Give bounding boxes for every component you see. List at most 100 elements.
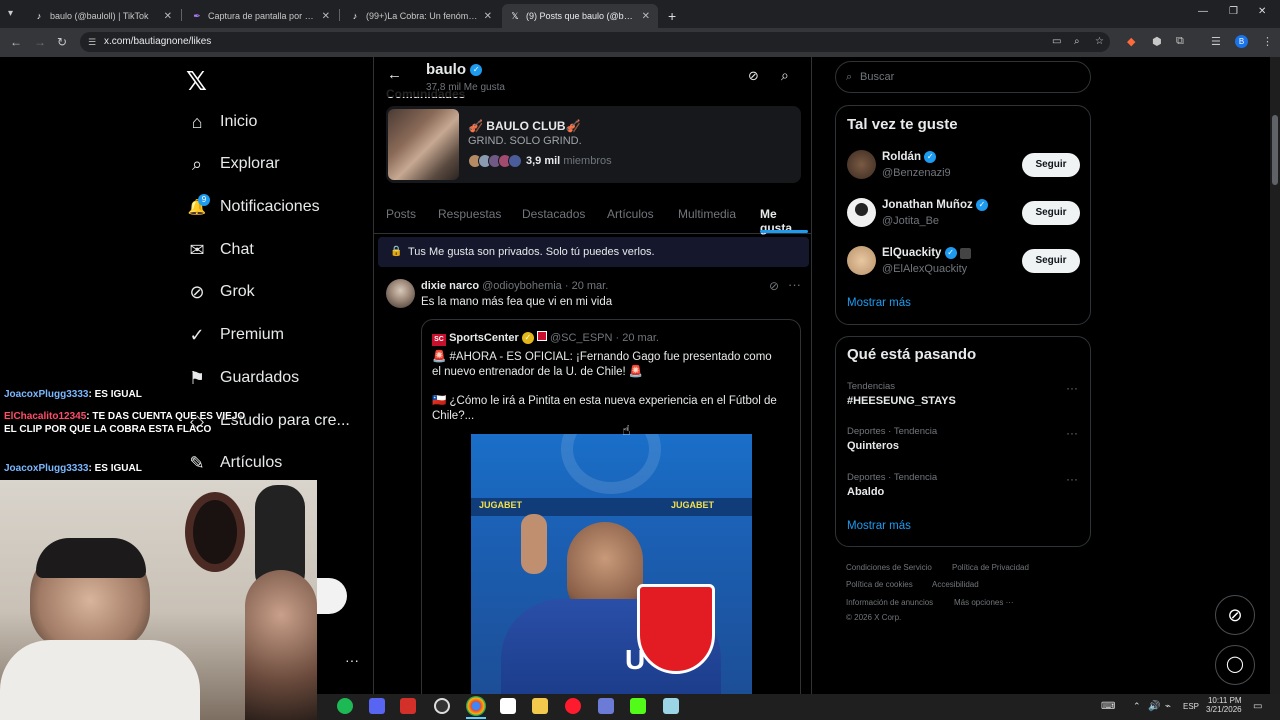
scrollbar[interactable] — [1270, 57, 1280, 694]
nav-item-guardados[interactable]: ⚑ Guardados — [186, 364, 299, 392]
speaker-icon[interactable]: 🔊 — [1148, 701, 1160, 712]
avatar[interactable] — [847, 198, 876, 227]
footer-link[interactable]: Política de cookies — [846, 580, 913, 589]
voice-meeter-icon[interactable] — [400, 698, 416, 714]
post[interactable]: dixie narco @odioybohemia · 20 mar. ⊘ ··… — [374, 271, 811, 697]
more-options-icon[interactable]: ··· — [1066, 381, 1078, 395]
scrollbar-thumb[interactable] — [1272, 115, 1278, 185]
install-app-icon[interactable]: ▭ — [1052, 32, 1061, 52]
quoted-post[interactable]: SC SportsCenter ✓ @SC_ESPN · 20 mar. 🚨 #… — [421, 319, 801, 697]
quoted-image[interactable]: JUGABET JUGABET U — [471, 434, 752, 696]
nav-item-premium[interactable]: ✓ Premium — [186, 321, 284, 349]
suggestion-name[interactable]: Jonathan Muñoz ✓ — [882, 199, 988, 211]
browser-tab-0[interactable]: ♪ baulo (@bauloll) | TikTok ✕ — [26, 4, 180, 28]
bookmark-star-icon[interactable]: ☆ — [1095, 32, 1104, 52]
window-close-icon[interactable]: ✕ — [1258, 6, 1266, 17]
tab-posts[interactable]: Posts — [386, 207, 416, 221]
community-card[interactable]: 🎻 BAULO CLUB🎻 GRIND. SOLO GRIND. 3,9 mil… — [386, 106, 801, 183]
extensions-puzzle-icon[interactable]: ⧉ — [1176, 35, 1184, 48]
file-explorer-icon[interactable] — [532, 698, 548, 714]
kick-icon[interactable] — [630, 698, 646, 714]
close-icon[interactable]: ✕ — [322, 11, 330, 22]
nav-item-chat[interactable]: ✉ Chat — [186, 236, 253, 264]
search-icon[interactable]: ⌕ — [781, 67, 789, 84]
tray-chevron-icon[interactable]: ⌃ — [1133, 701, 1141, 712]
extension-shield-icon[interactable]: ⬢ — [1152, 35, 1162, 48]
back-arrow-icon[interactable]: ← — [387, 66, 402, 83]
avatar[interactable] — [847, 246, 876, 275]
nav-item-notificaciones[interactable]: 🔔 9 Notificaciones — [186, 193, 320, 221]
network-icon[interactable]: ⌁ — [1165, 701, 1171, 712]
nav-item-articulos[interactable]: ✎ Artículos — [186, 449, 282, 477]
nav-item-inicio[interactable]: ⌂ Inicio — [186, 108, 258, 136]
x-logo[interactable]: 𝕏 — [186, 66, 207, 97]
new-tab-button[interactable]: + — [660, 4, 682, 28]
sidebar-icon[interactable]: ☰ — [1211, 35, 1221, 48]
post-date[interactable]: · 20 mar. — [565, 280, 608, 292]
post-author[interactable]: dixie narco — [421, 280, 479, 292]
close-icon[interactable]: ✕ — [164, 11, 172, 22]
tab-destacados[interactable]: Destacados — [522, 207, 585, 221]
browser-tab-3[interactable]: 𝕏 (9) Posts que baulo (@bautiagn ✕ — [502, 4, 658, 28]
tab-respuestas[interactable]: Respuestas — [438, 207, 501, 221]
follow-button[interactable]: Seguir — [1022, 201, 1080, 225]
app-icon[interactable] — [598, 698, 614, 714]
clock[interactable]: 10:11 PM 3/21/2026 — [1206, 696, 1242, 714]
more-options-icon[interactable]: ··· — [1066, 426, 1078, 440]
nav-item-grok[interactable]: ⊘ Grok — [186, 278, 254, 306]
profile-avatar-icon[interactable]: B — [1235, 35, 1248, 48]
trend-topic[interactable]: #HEESEUNG_STAYS — [847, 395, 956, 407]
close-icon[interactable]: ✕ — [642, 11, 650, 22]
language-indicator[interactable]: ESP — [1183, 702, 1199, 711]
more-options-icon[interactable]: ··· — [345, 652, 359, 668]
grok-analyze-icon[interactable]: ⊘ — [748, 68, 759, 84]
footer-link[interactable]: Política de Privacidad — [952, 563, 1029, 572]
suggestion-name[interactable]: ElQuackity ✓ — [882, 247, 971, 259]
tab-multimedia[interactable]: Multimedia — [678, 207, 736, 221]
trend-topic[interactable]: Abaldo — [847, 486, 884, 498]
chrome-icon[interactable] — [466, 696, 486, 716]
post-handle[interactable]: @odioybohemia — [482, 280, 562, 292]
footer-link[interactable]: Condiciones de Servicio — [846, 563, 932, 572]
extension-fox-icon[interactable]: ◆ — [1127, 35, 1135, 48]
browser-tab-2[interactable]: ♪ (99+)La Cobra: Un fenómeno en ✕ — [342, 4, 500, 28]
forward-arrow-icon[interactable]: → — [34, 35, 46, 49]
discord-icon[interactable] — [369, 698, 385, 714]
close-icon[interactable]: ✕ — [484, 11, 492, 22]
messages-fab-icon[interactable]: ◯ — [1215, 645, 1255, 685]
suggestion-name[interactable]: Roldán ✓ — [882, 151, 937, 163]
grok-icon[interactable]: ⊘ — [769, 279, 779, 293]
browser-menu-icon[interactable]: ⋮ — [1262, 35, 1273, 48]
show-more-link[interactable]: Mostrar más — [847, 297, 911, 309]
follow-button[interactable]: Seguir — [1022, 249, 1080, 273]
opera-icon[interactable] — [565, 698, 581, 714]
app-icon[interactable] — [663, 698, 679, 714]
tab-articulos[interactable]: Artículos — [607, 207, 654, 221]
more-options-icon[interactable]: ··· — [1066, 472, 1078, 486]
avatar[interactable] — [386, 279, 415, 308]
footer-link[interactable]: Más opciones ··· — [954, 598, 1014, 607]
more-options-icon[interactable]: ··· — [788, 277, 801, 292]
capcut-icon[interactable] — [500, 698, 516, 714]
footer-link[interactable]: Accesibilidad — [932, 580, 979, 589]
minimize-icon[interactable]: — — [1198, 6, 1208, 17]
zoom-icon[interactable]: ⌕ — [1074, 32, 1080, 52]
reload-icon[interactable]: ↻ — [57, 35, 67, 49]
tab-search-icon[interactable]: ▾ — [8, 8, 13, 19]
site-info-icon[interactable]: ☰ — [88, 32, 96, 52]
search-input[interactable]: ⌕ Buscar — [835, 61, 1091, 93]
address-bar[interactable]: ☰ x.com/bautiagnone/likes ▭ ⌕ ☆ — [80, 32, 1110, 52]
grok-fab-icon[interactable]: ⊘ — [1215, 595, 1255, 635]
nav-item-explorar[interactable]: ⌕ Explorar — [186, 150, 280, 178]
keyboard-icon[interactable]: ⌨ — [1101, 701, 1115, 712]
restore-icon[interactable]: ❐ — [1229, 6, 1238, 17]
obs-icon[interactable] — [434, 698, 450, 714]
notification-center-icon[interactable]: ▭ — [1253, 701, 1262, 712]
browser-tab-1[interactable]: ✒ Captura de pantalla por Lightshot ✕ — [184, 4, 338, 28]
avatar[interactable] — [847, 150, 876, 179]
show-more-link[interactable]: Mostrar más — [847, 520, 911, 532]
trend-topic[interactable]: Quinteros — [847, 440, 899, 452]
footer-link[interactable]: Información de anuncios — [846, 598, 933, 607]
spotify-icon[interactable] — [337, 698, 353, 714]
back-arrow-icon[interactable]: ← — [10, 35, 22, 49]
